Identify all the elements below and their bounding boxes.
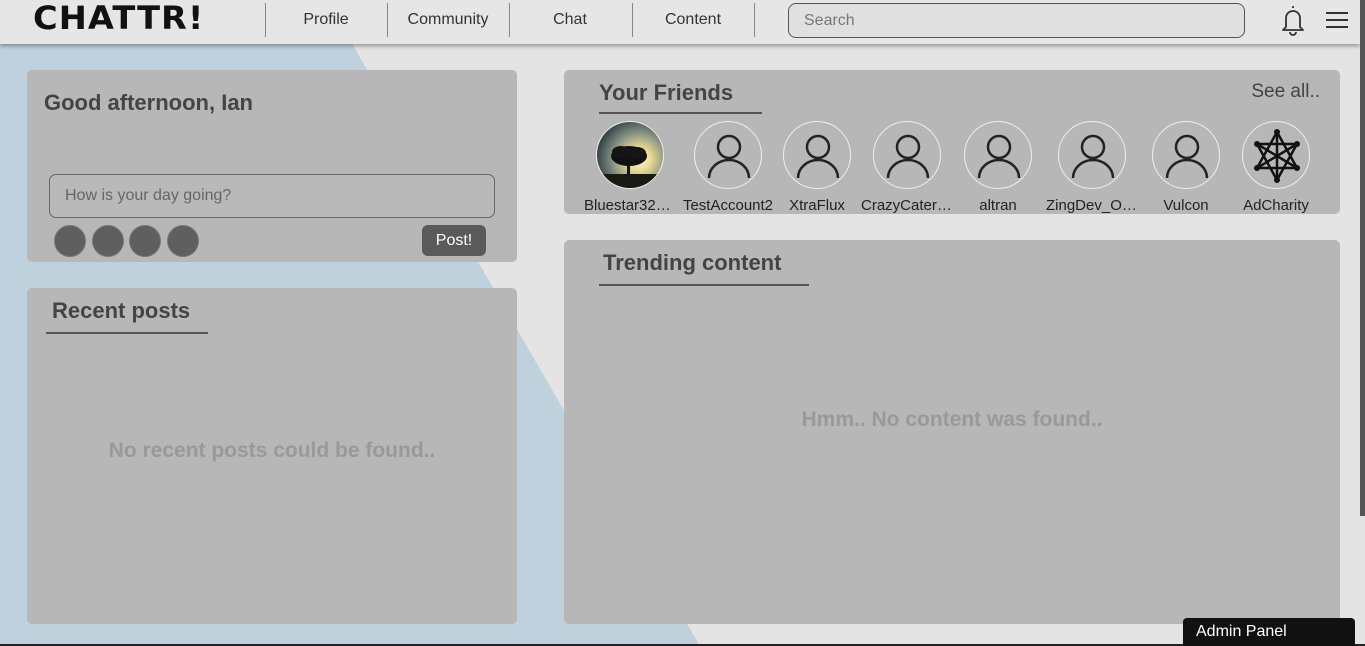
default-user-icon: [694, 121, 762, 189]
admin-panel-button[interactable]: Admin Panel: [1183, 618, 1355, 646]
chattr-logo[interactable]: CHATTR!: [33, 0, 239, 36]
friend-item[interactable]: ZingDev_Off…: [1046, 121, 1138, 214]
search-input[interactable]: [788, 3, 1245, 38]
friend-name: AdCharity: [1243, 197, 1309, 214]
nav-chat[interactable]: Chat: [509, 3, 631, 37]
attachment-button[interactable]: [129, 225, 161, 257]
friend-avatar: [596, 121, 664, 189]
friend-item[interactable]: Bluestar321…: [584, 121, 676, 214]
recent-posts-title: Recent posts: [52, 298, 191, 323]
post-button[interactable]: Post!: [422, 225, 486, 256]
see-all-friends-link[interactable]: See all..: [1251, 81, 1320, 103]
nav-community[interactable]: Community: [387, 3, 509, 37]
nav-divider: [754, 3, 755, 37]
hamburger-menu-icon[interactable]: [1324, 8, 1350, 32]
default-user-icon: [1152, 121, 1220, 189]
friend-name: XtraFlux: [789, 197, 845, 214]
default-user-icon: [1058, 121, 1126, 189]
trending-title: Trending content: [603, 250, 782, 275]
page-scrollbar[interactable]: [1360, 0, 1365, 516]
greeting-title: Good afternoon, Ian: [44, 90, 253, 115]
friend-item[interactable]: XtraFlux: [771, 121, 863, 214]
friend-name: Vulcon: [1163, 197, 1209, 214]
title-underline: [46, 332, 208, 334]
attachment-button[interactable]: [54, 225, 86, 257]
friend-name: ZingDev_Off…: [1046, 197, 1138, 214]
greeting-card: Good afternoon, Ian Post!: [27, 70, 517, 262]
friend-item[interactable]: Vulcon: [1140, 121, 1232, 214]
default-user-icon: [964, 121, 1032, 189]
attachment-button[interactable]: [167, 225, 199, 257]
top-navigation-bar: CHATTR! Profile Community Chat Content: [0, 0, 1360, 44]
default-user-icon: [873, 121, 941, 189]
friends-card: Your Friends See all.. Bluestar321… Test…: [564, 70, 1340, 214]
recent-posts-card: Recent posts No recent posts could be fo…: [27, 288, 517, 624]
title-underline: [599, 112, 762, 114]
nav-content[interactable]: Content: [632, 3, 754, 37]
status-input[interactable]: [49, 174, 495, 218]
attachment-button[interactable]: [92, 225, 124, 257]
nav-profile[interactable]: Profile: [265, 3, 387, 37]
friend-item[interactable]: CrazyCater41: [861, 121, 953, 214]
title-underline: [599, 284, 809, 286]
default-user-icon: [783, 121, 851, 189]
bell-icon[interactable]: [1278, 3, 1308, 37]
trending-content-card: Trending content Hmm.. No content was fo…: [564, 240, 1340, 624]
friend-name: Bluestar321…: [584, 197, 676, 214]
friend-name: CrazyCater41: [861, 197, 953, 214]
friend-name: altran: [979, 197, 1017, 214]
tree-photo-avatar: [597, 122, 663, 188]
recent-posts-empty-message: No recent posts could be found..: [108, 439, 436, 462]
friend-item[interactable]: altran: [952, 121, 1044, 214]
friend-item[interactable]: AdCharity: [1230, 121, 1322, 214]
friend-name: TestAccount2: [682, 197, 774, 214]
friends-title: Your Friends: [599, 80, 734, 105]
network-star-icon: [1242, 121, 1310, 189]
trending-empty-message: Hmm.. No content was found..: [801, 408, 1103, 431]
friend-item[interactable]: TestAccount2: [682, 121, 774, 214]
